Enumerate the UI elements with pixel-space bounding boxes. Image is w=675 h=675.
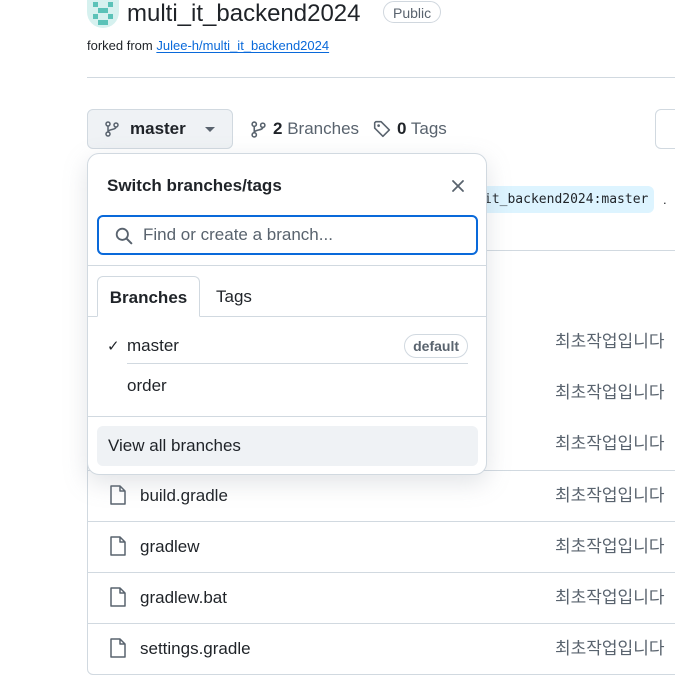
view-all-branches-link[interactable]: View all branches <box>97 426 478 466</box>
file-icon <box>110 638 126 658</box>
file-icon <box>110 485 126 505</box>
forked-from-link[interactable]: Julee-h/multi_it_backend2024 <box>156 38 329 53</box>
file-name[interactable]: gradlew.bat <box>140 587 227 609</box>
popover-divider <box>88 416 486 417</box>
tags-label: Tags <box>410 119 447 138</box>
forked-from-line: forked from Julee-h/multi_it_backend2024 <box>87 38 329 53</box>
close-icon[interactable] <box>450 178 466 194</box>
file-icon <box>110 536 126 556</box>
repo-name[interactable]: multi_it_backend2024 <box>127 0 361 28</box>
file-name[interactable]: settings.gradle <box>140 638 251 660</box>
file-row[interactable]: settings.gradle 최초작업입니다 <box>88 623 675 674</box>
commit-message[interactable]: 최초작업입니다 <box>555 638 664 660</box>
popover-divider <box>88 265 486 266</box>
branch-search-input[interactable] <box>143 217 463 253</box>
branch-search-field[interactable] <box>97 215 478 255</box>
branch-selector-button[interactable]: master <box>87 109 233 149</box>
tags-count: 0 <box>397 119 407 138</box>
commit-message[interactable]: 최초작업입니다 <box>555 331 664 353</box>
branch-name: order <box>127 376 167 395</box>
code-button-partial[interactable] <box>655 109 675 149</box>
fork-compare-ref[interactable]: it_backend2024:master <box>470 186 655 213</box>
file-row[interactable]: build.gradle 최초작업입니다 <box>88 470 675 521</box>
tab-tags[interactable]: Tags <box>216 276 252 317</box>
branch-switcher-popover: Switch branches/tags Branches Tags ✓ mas… <box>87 153 487 475</box>
commit-message[interactable]: 최초작업입니다 <box>555 382 664 404</box>
tags-link[interactable]: 0 Tags <box>373 116 447 142</box>
commit-message[interactable]: 최초작업입니다 <box>555 485 664 507</box>
forked-from-label: forked from <box>87 38 153 53</box>
current-branch-label: master <box>130 119 186 138</box>
commit-message[interactable]: 최초작업입니다 <box>555 587 664 609</box>
branches-count: 2 <box>273 119 283 138</box>
git-branch-icon <box>105 121 119 137</box>
fork-compare-trailing: . <box>663 192 667 207</box>
file-row[interactable]: gradlew.bat 최초작업입니다 <box>88 572 675 623</box>
tab-branches[interactable]: Branches <box>97 276 200 317</box>
branch-name: master <box>127 336 179 355</box>
commit-message[interactable]: 최초작업입니다 <box>555 433 664 455</box>
popover-title: Switch branches/tags <box>107 176 282 195</box>
branch-divider <box>127 363 468 364</box>
file-icon <box>110 587 126 607</box>
branches-link[interactable]: 2 Branches <box>250 116 359 142</box>
file-row[interactable]: gradlew 최초작업입니다 <box>88 521 675 572</box>
branches-label: Branches <box>287 119 360 138</box>
search-icon <box>115 227 133 245</box>
visibility-badge: Public <box>383 1 442 23</box>
repo-owner-avatar <box>87 0 119 28</box>
default-badge: default <box>404 334 468 358</box>
branch-item-master[interactable]: ✓ master default <box>107 327 468 365</box>
header-divider <box>87 77 675 78</box>
chevron-down-icon <box>205 126 215 132</box>
file-name[interactable]: gradlew <box>140 536 200 558</box>
git-branch-icon <box>251 120 266 138</box>
commit-message[interactable]: 최초작업입니다 <box>555 536 664 558</box>
file-name[interactable]: build.gradle <box>140 485 228 507</box>
branch-item-order[interactable]: order <box>107 367 468 405</box>
check-icon: ✓ <box>107 338 120 355</box>
tag-icon <box>373 120 391 138</box>
